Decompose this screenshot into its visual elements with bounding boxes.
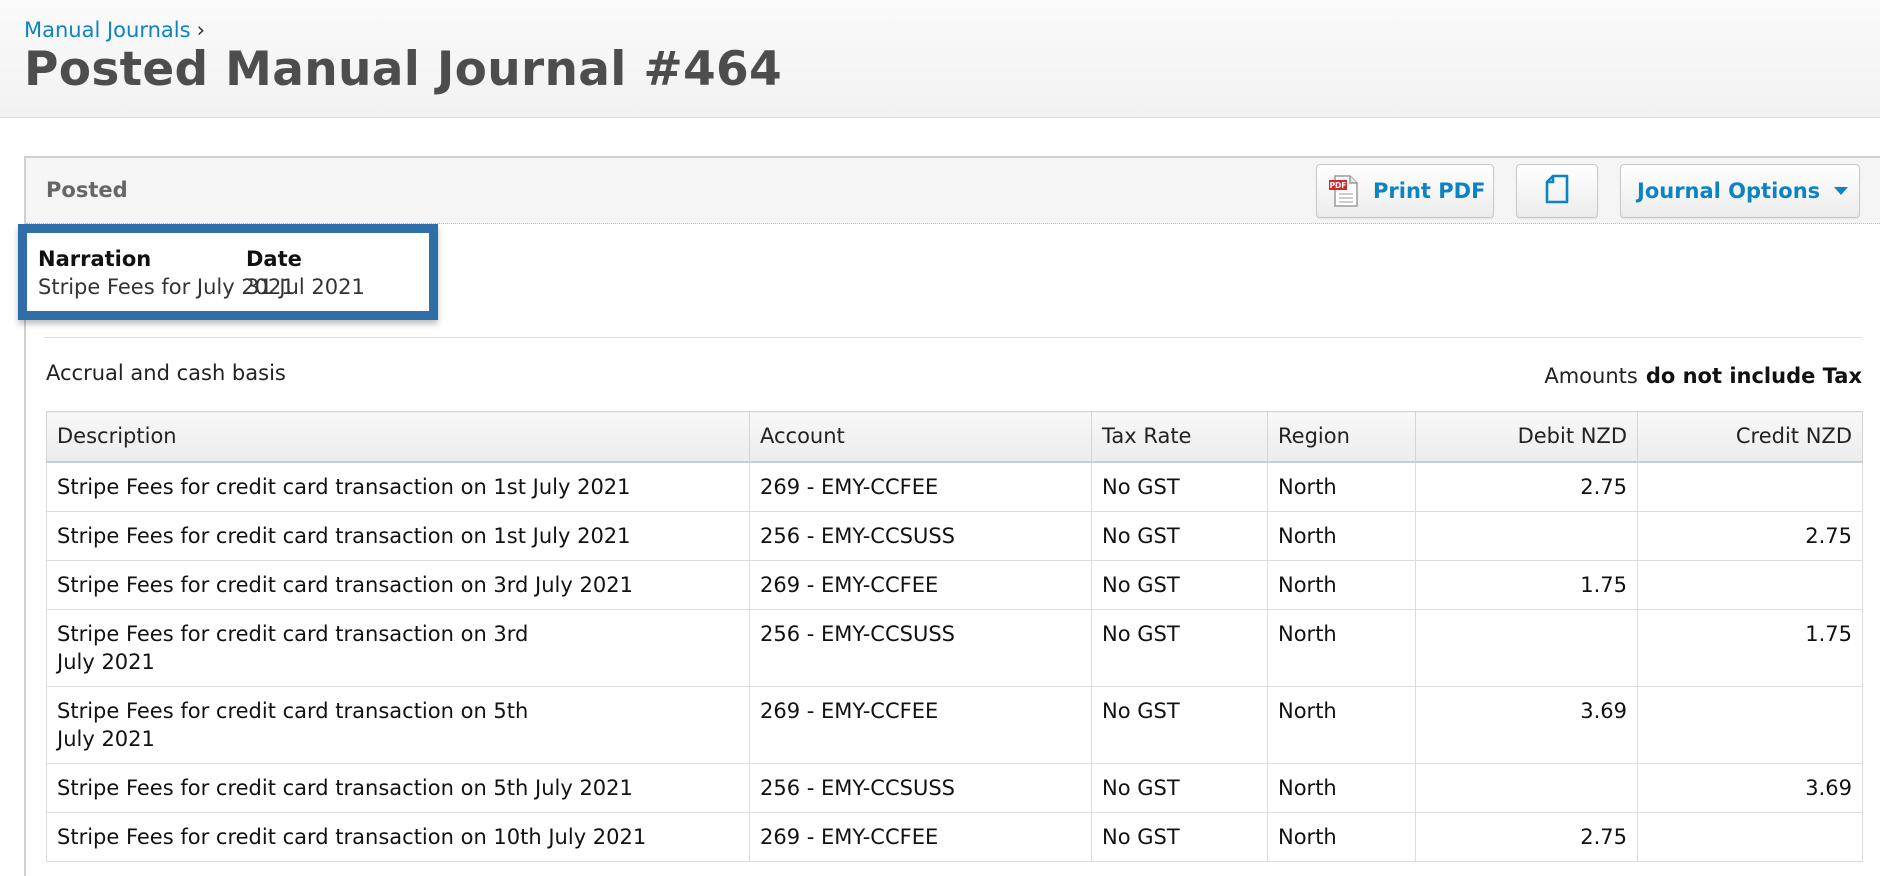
copy-journal-button[interactable] — [1516, 164, 1598, 218]
journal-options-label: Journal Options — [1637, 179, 1821, 203]
region-cell: North — [1267, 608, 1416, 687]
debit-cell: 2.75 — [1415, 461, 1638, 512]
description-line: Stripe Fees for credit card transaction … — [57, 621, 529, 646]
region-cell: North — [1267, 685, 1416, 764]
tax-rate-cell: No GST — [1091, 559, 1268, 610]
description-cell: Stripe Fees for credit card transaction … — [46, 510, 750, 561]
description-line: July 2021 — [57, 726, 155, 751]
account-cell: 256 - EMY-CCSUSS — [749, 762, 1092, 813]
credit-cell: 3.69 — [1637, 762, 1863, 813]
svg-text:PDF: PDF — [1330, 181, 1347, 190]
region-cell: North — [1267, 559, 1416, 610]
debit-cell — [1415, 762, 1638, 813]
tax-rate-cell: No GST — [1091, 510, 1268, 561]
debit-cell — [1415, 510, 1638, 561]
description-line: Stripe Fees for credit card transaction … — [57, 523, 631, 548]
table-row: Stripe Fees for credit card transaction … — [46, 608, 1863, 687]
narration-label: Narration — [38, 247, 152, 271]
region-cell: North — [1267, 461, 1416, 512]
description-cell: Stripe Fees for credit card transaction … — [46, 762, 750, 813]
description-line: Stripe Fees for credit card transaction … — [57, 572, 633, 597]
print-pdf-button[interactable]: PDF Print PDF — [1316, 164, 1494, 218]
tax-rate-cell: No GST — [1091, 461, 1268, 512]
table-row: Stripe Fees for credit card transaction … — [46, 762, 1863, 813]
credit-cell — [1637, 685, 1863, 764]
region-cell: North — [1267, 762, 1416, 813]
print-pdf-label: Print PDF — [1373, 179, 1486, 203]
page-title: Posted Manual Journal #464 — [24, 42, 783, 97]
table-row: Stripe Fees for credit card transaction … — [46, 510, 1863, 561]
col-tax-rate[interactable]: Tax Rate — [1091, 411, 1268, 463]
description-line: Stripe Fees for credit card transaction … — [57, 698, 529, 723]
description-cell: Stripe Fees for credit card transaction … — [46, 685, 750, 764]
table-row: Stripe Fees for credit card transaction … — [46, 461, 1863, 512]
amounts-emphasis: do not include Tax — [1645, 364, 1862, 388]
description-line: Stripe Fees for credit card transaction … — [57, 824, 647, 849]
status-label: Posted — [46, 178, 128, 202]
breadcrumb-manual-journals-link[interactable]: Manual Journals — [24, 18, 191, 42]
table-row: Stripe Fees for credit card transaction … — [46, 685, 1863, 764]
date-label: Date — [246, 247, 302, 271]
region-cell: North — [1267, 510, 1416, 561]
col-region[interactable]: Region — [1267, 411, 1416, 463]
credit-cell: 1.75 — [1637, 608, 1863, 687]
credit-cell — [1637, 461, 1863, 512]
col-account[interactable]: Account — [749, 411, 1092, 463]
tax-rate-cell: No GST — [1091, 762, 1268, 813]
caret-down-icon — [1834, 187, 1849, 195]
description-cell: Stripe Fees for credit card transaction … — [46, 559, 750, 610]
breadcrumb: Manual Journals › — [24, 18, 205, 42]
col-credit[interactable]: Credit NZD — [1637, 411, 1863, 463]
table-row: Stripe Fees for credit card transaction … — [46, 811, 1863, 862]
amounts-prefix: Amounts — [1544, 364, 1638, 388]
debit-cell: 2.75 — [1415, 811, 1638, 862]
tax-rate-cell: No GST — [1091, 811, 1268, 862]
tax-rate-cell: No GST — [1091, 608, 1268, 687]
credit-cell — [1637, 811, 1863, 862]
account-cell: 269 - EMY-CCFEE — [749, 685, 1092, 764]
copy-document-icon — [1545, 174, 1569, 209]
account-cell: 269 - EMY-CCFEE — [749, 811, 1092, 862]
col-description[interactable]: Description — [46, 411, 750, 463]
description-cell: Stripe Fees for credit card transaction … — [46, 608, 750, 687]
description-cell: Stripe Fees for credit card transaction … — [46, 811, 750, 862]
breadcrumb-separator: › — [196, 18, 205, 42]
basis-text: Accrual and cash basis — [46, 361, 286, 385]
debit-cell — [1415, 608, 1638, 687]
credit-cell: 2.75 — [1637, 510, 1863, 561]
amounts-tax-note: Amounts do not include Tax — [1544, 364, 1862, 388]
panel-toolbar: Posted PDF Print PDF Journal Options — [26, 158, 1880, 224]
account-cell: 256 - EMY-CCSUSS — [749, 608, 1092, 687]
credit-cell — [1637, 559, 1863, 610]
description-line: July 2021 — [57, 649, 155, 674]
table-row: Stripe Fees for credit card transaction … — [46, 559, 1863, 610]
description-cell: Stripe Fees for credit card transaction … — [46, 461, 750, 512]
date-value: 31 Jul 2021 — [246, 275, 365, 299]
narration-date-highlight: Narration Stripe Fees for July 2021 Date… — [18, 224, 438, 320]
description-line: Stripe Fees for credit card transaction … — [57, 474, 631, 499]
col-debit[interactable]: Debit NZD — [1415, 411, 1638, 463]
debit-cell: 1.75 — [1415, 559, 1638, 610]
account-cell: 269 - EMY-CCFEE — [749, 559, 1092, 610]
section-divider — [44, 337, 1862, 338]
description-line: Stripe Fees for credit card transaction … — [57, 775, 633, 800]
tax-rate-cell: No GST — [1091, 685, 1268, 764]
region-cell: North — [1267, 811, 1416, 862]
table-header-row: Description Account Tax Rate Region Debi… — [46, 411, 1863, 463]
account-cell: 256 - EMY-CCSUSS — [749, 510, 1092, 561]
debit-cell: 3.69 — [1415, 685, 1638, 764]
journal-options-dropdown[interactable]: Journal Options — [1620, 164, 1860, 218]
journal-lines-table: Description Account Tax Rate Region Debi… — [46, 411, 1863, 862]
pdf-file-icon: PDF — [1329, 174, 1359, 208]
page-header: Manual Journals › Posted Manual Journal #… — [0, 0, 1880, 118]
account-cell: 269 - EMY-CCFEE — [749, 461, 1092, 512]
